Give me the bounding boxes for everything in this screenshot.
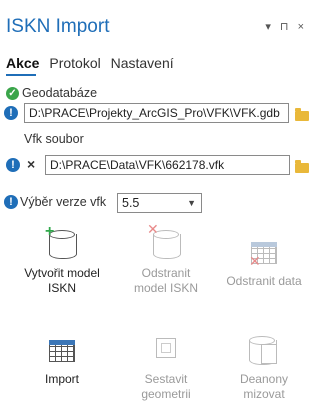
geometry-icon: [149, 334, 183, 368]
folder-icon[interactable]: [295, 160, 309, 173]
database-add-icon: +: [45, 224, 79, 262]
warning-icon: !: [4, 195, 18, 209]
version-label-row: ! Výběr verze vfk: [4, 195, 106, 209]
delete-data-button[interactable]: ✕ Odstranit data: [222, 236, 306, 289]
iskn-import-pane: ISKN Import ▾ ⊓ × Akce Protokol Nastaven…: [0, 0, 311, 412]
build-geometry-label: Sestavit geometrii: [141, 372, 191, 401]
database-delete-icon: ✕: [147, 222, 183, 262]
import-button[interactable]: Import: [20, 334, 104, 387]
version-value: 5.5: [122, 196, 140, 210]
check-icon: ✓: [6, 86, 19, 100]
tab-nastaveni[interactable]: Nastavení: [111, 55, 174, 71]
create-model-label: Vytvořit model ISKN: [24, 266, 100, 295]
version-select[interactable]: 5.5 ▼: [117, 193, 202, 213]
geodatabase-path-input[interactable]: D:\PRACE\Projekty_ArcGIS_Pro\VFK\VFK.gdb: [24, 103, 289, 123]
delete-model-label: Odstranit model ISKN: [133, 266, 199, 295]
tab-bar: Akce Protokol Nastavení: [6, 55, 180, 71]
geodatabase-label-row: ✓ Geodatabáze: [6, 86, 97, 100]
active-tab-indicator: [6, 74, 36, 76]
anonymize-button[interactable]: Deanony mizovat: [222, 334, 306, 402]
pane-title: ISKN Import: [6, 16, 110, 37]
create-model-button[interactable]: + Vytvořit model ISKN: [20, 224, 104, 296]
warning-icon: !: [4, 106, 18, 120]
vfk-label: Vfk soubor: [24, 132, 84, 146]
anonymize-label: Deanony mizovat: [239, 372, 289, 401]
vfk-path-input[interactable]: D:\PRACE\Data\VFK\662178.vfk: [45, 155, 290, 175]
tab-akce[interactable]: Akce: [6, 55, 39, 71]
delete-model-button[interactable]: ✕ Odstranit model ISKN: [124, 222, 208, 296]
folder-icon[interactable]: [295, 108, 309, 121]
clear-icon[interactable]: ×: [27, 156, 35, 172]
table-delete-icon: ✕: [247, 236, 281, 270]
build-geometry-button[interactable]: Sestavit geometrii: [124, 334, 208, 402]
table-icon: [45, 334, 79, 368]
import-label: Import: [44, 372, 79, 386]
warning-icon: !: [6, 158, 20, 172]
version-label: Výběr verze vfk: [20, 195, 107, 209]
geodatabase-label: Geodatabáze: [22, 86, 98, 100]
database-document-icon: [247, 334, 281, 368]
delete-data-label: Odstranit data: [226, 274, 302, 288]
tab-protokol[interactable]: Protokol: [49, 55, 100, 71]
chevron-down-icon: ▼: [187, 198, 196, 208]
vfk-label-row: Vfk soubor: [24, 132, 84, 146]
pane-tools[interactable]: ▾ ⊓ ×: [265, 20, 307, 33]
